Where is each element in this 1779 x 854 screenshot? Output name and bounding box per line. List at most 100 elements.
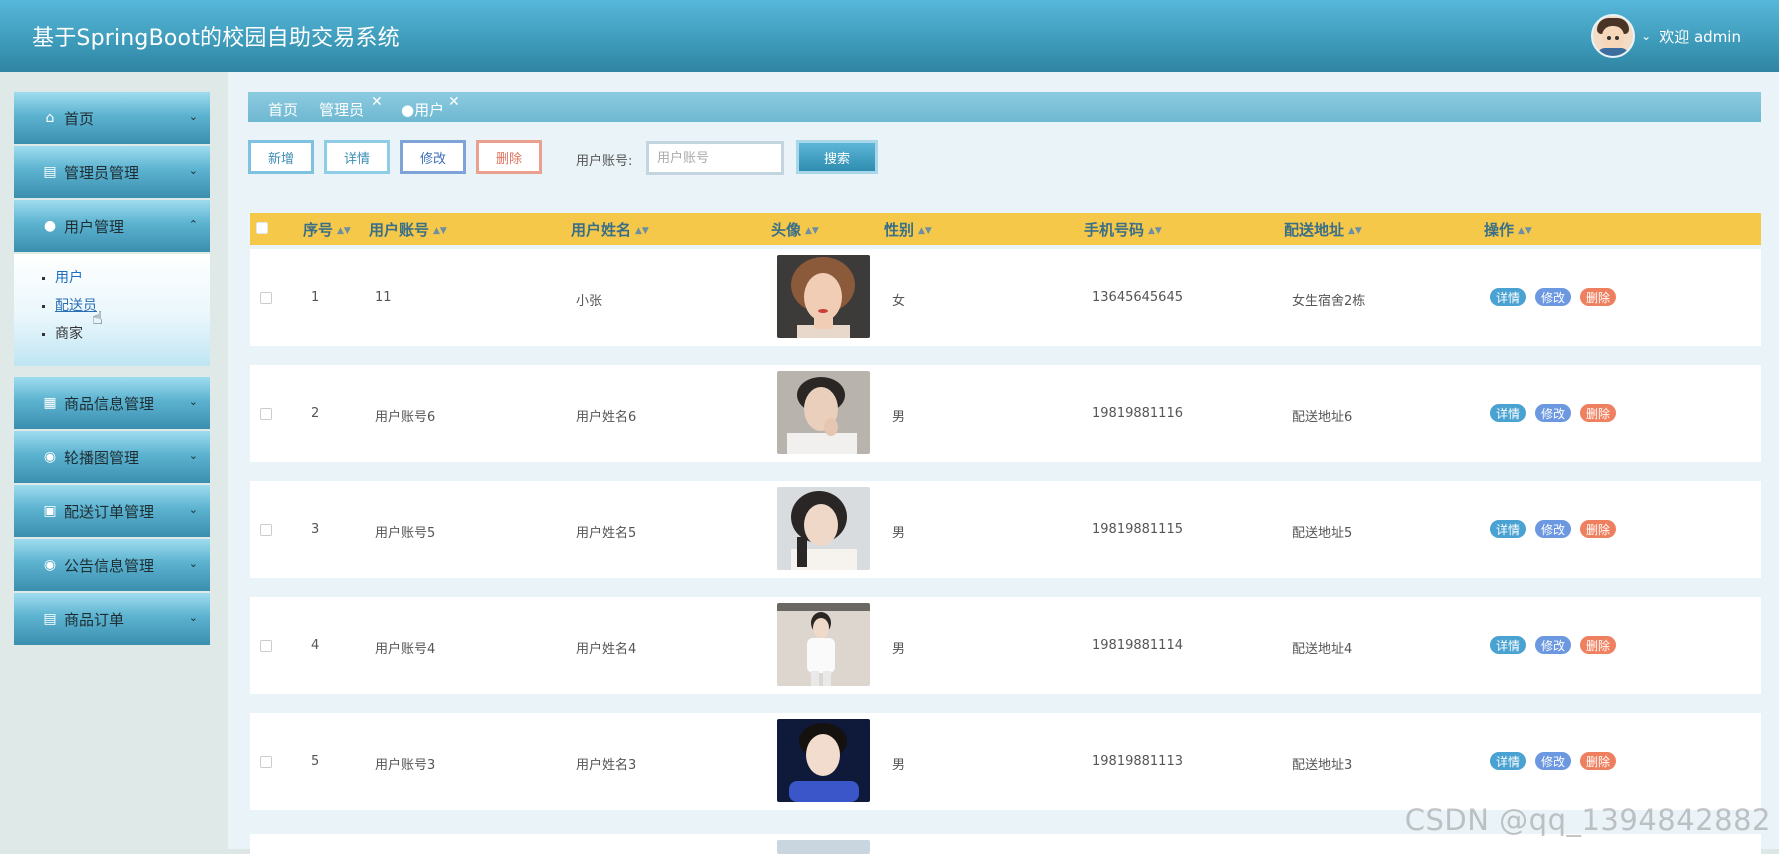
- row-checkbox[interactable]: [260, 408, 272, 420]
- sort-icon: ▲▼: [433, 225, 447, 236]
- row-detail-button[interactable]: 详情: [1490, 404, 1527, 422]
- user-icon: ●: [43, 218, 57, 234]
- cell-phone: 19819881113: [1092, 754, 1183, 769]
- bullet-icon: [42, 332, 45, 336]
- tabs-bar: 首页 管理员 ✕ ●用户 ✕: [248, 92, 1761, 122]
- avatar-photo: [777, 840, 870, 854]
- column-header-gender[interactable]: 性别 ▲▼: [884, 219, 932, 240]
- chevron-down-icon[interactable]: ⌄: [1641, 29, 1651, 43]
- notice-icon: ◉: [43, 557, 57, 573]
- cell-index: 1: [311, 290, 320, 305]
- row-edit-button[interactable]: 修改: [1535, 288, 1572, 306]
- sidebar-item-label: 商品订单: [64, 610, 125, 629]
- chevron-down-icon: ⌄: [188, 449, 198, 462]
- sidebar-item-admin-management[interactable]: ▤ 管理员管理 ⌄: [14, 146, 210, 198]
- row-delete-button[interactable]: 删除: [1580, 404, 1617, 422]
- sidebar-item-goods-management[interactable]: ▦ 商品信息管理 ⌄: [14, 377, 210, 429]
- column-header-index[interactable]: 序号 ▲▼: [303, 219, 351, 240]
- close-icon[interactable]: ✕: [371, 94, 383, 110]
- cell-account: 用户账号3: [375, 758, 436, 773]
- tab-user[interactable]: ●用户: [401, 99, 444, 120]
- row-detail-button[interactable]: 详情: [1490, 752, 1527, 770]
- search-input[interactable]: [646, 141, 784, 175]
- tab-home[interactable]: 首页: [268, 99, 298, 120]
- cell-name: 用户姓名5: [576, 526, 637, 541]
- cell-phone: 13645645645: [1092, 290, 1183, 305]
- row-edit-button[interactable]: 修改: [1535, 520, 1572, 538]
- sidebar-item-delivery-order-management[interactable]: ▣ 配送订单管理 ⌄: [14, 485, 210, 537]
- watermark-text: CSDN @qq_1394842882: [1404, 803, 1771, 837]
- cell-account: 用户账号5: [375, 526, 436, 541]
- row-delete-button[interactable]: 删除: [1580, 288, 1617, 306]
- bullet-icon: [42, 276, 45, 280]
- cell-account: 用户账号4: [375, 642, 436, 657]
- avatar-photo: [777, 255, 870, 338]
- column-header-avatar[interactable]: 头像 ▲▼: [771, 219, 819, 240]
- row-delete-button[interactable]: 删除: [1580, 752, 1617, 770]
- bullet-icon: [42, 304, 45, 308]
- sort-icon: ▲▼: [635, 225, 649, 236]
- sort-icon: ▲▼: [805, 225, 819, 236]
- cell-name: 小张: [576, 294, 603, 309]
- home-icon: ⌂: [45, 110, 55, 126]
- cell-phone: 19819881116: [1092, 406, 1183, 421]
- delivery-icon: ▣: [43, 503, 57, 519]
- row-checkbox[interactable]: [260, 524, 272, 536]
- cell-gender: 女: [892, 294, 906, 309]
- main-content: 首页 管理员 ✕ ●用户 ✕ 新增 详情 修改 删除 用户账号: 搜索 序号▲▼…: [228, 72, 1779, 854]
- close-icon[interactable]: ✕: [448, 94, 460, 110]
- sidebar-item-notice-management[interactable]: ◉ 公告信息管理 ⌄: [14, 539, 210, 591]
- avatar[interactable]: [1591, 14, 1636, 58]
- sidebar-item-home[interactable]: ⌂ 首页 ⌄: [14, 92, 210, 144]
- cell-address: 配送地址3: [1292, 758, 1353, 773]
- column-header-phone[interactable]: 手机号码 ▲▼: [1084, 219, 1162, 240]
- detail-button[interactable]: 详情: [324, 140, 390, 174]
- row-checkbox[interactable]: [260, 292, 272, 304]
- row-edit-button[interactable]: 修改: [1535, 636, 1572, 654]
- row-checkbox[interactable]: [260, 756, 272, 768]
- column-header-account[interactable]: 用户账号 ▲▼: [369, 219, 447, 240]
- select-all-checkbox[interactable]: [256, 222, 268, 234]
- sort-icon: ▲▼: [1148, 225, 1162, 236]
- cell-index: 4: [311, 638, 320, 653]
- sidebar-item-goods-orders[interactable]: ▤ 商品订单 ⌄: [14, 593, 210, 645]
- cell-index: 5: [311, 754, 320, 769]
- sidebar-item-label: 用户管理: [64, 217, 125, 236]
- row-detail-button[interactable]: 详情: [1490, 520, 1527, 538]
- sidebar-item-carousel-management[interactable]: ◉ 轮播图管理 ⌄: [14, 431, 210, 483]
- column-header-actions[interactable]: 操作 ▲▼: [1484, 219, 1532, 240]
- add-button[interactable]: 新增: [248, 140, 314, 174]
- column-header-address[interactable]: 配送地址 ▲▼: [1284, 219, 1362, 240]
- edit-button[interactable]: 修改: [400, 140, 466, 174]
- tab-admin[interactable]: 管理员: [319, 99, 364, 120]
- row-edit-button[interactable]: 修改: [1535, 404, 1572, 422]
- cell-index: 3: [311, 522, 320, 537]
- row-edit-button[interactable]: 修改: [1535, 752, 1572, 770]
- submenu-item-courier[interactable]: 配送员: [42, 295, 97, 315]
- column-header-name[interactable]: 用户姓名 ▲▼: [571, 219, 649, 240]
- chevron-down-icon: ⌄: [188, 557, 198, 570]
- submenu-item-merchant[interactable]: 商家: [42, 323, 83, 343]
- sidebar-item-user-management[interactable]: ● 用户管理 ⌃: [14, 200, 210, 252]
- user-menu[interactable]: ⌄ 欢迎 admin: [1591, 14, 1741, 58]
- sidebar: ⌂ 首页 ⌄ ▤ 管理员管理 ⌄ ● 用户管理 ⌃ 用户 配送员 商家 ☝ ▦ …: [0, 72, 228, 849]
- cell-name: 用户姓名3: [576, 758, 637, 773]
- delete-button[interactable]: 删除: [476, 140, 542, 174]
- submenu-item-user[interactable]: 用户: [42, 267, 83, 287]
- row-checkbox[interactable]: [260, 640, 272, 652]
- sort-icon: ▲▼: [1518, 225, 1532, 236]
- cell-address: 配送地址6: [1292, 410, 1353, 425]
- search-button[interactable]: 搜索: [796, 140, 878, 174]
- app-title: 基于SpringBoot的校园自助交易系统: [32, 26, 400, 51]
- row-delete-button[interactable]: 删除: [1580, 636, 1617, 654]
- cell-account: 用户账号6: [375, 410, 436, 425]
- chevron-down-icon: ⌄: [188, 611, 198, 624]
- row-detail-button[interactable]: 详情: [1490, 288, 1527, 306]
- row-delete-button[interactable]: 删除: [1580, 520, 1617, 538]
- cell-name: 用户姓名4: [576, 642, 637, 657]
- sidebar-item-label: 首页: [64, 109, 95, 128]
- cell-gender: 男: [892, 642, 906, 657]
- admin-icon: ▤: [43, 164, 57, 180]
- top-header: 基于SpringBoot的校园自助交易系统 ⌄ 欢迎 admin: [0, 0, 1779, 72]
- row-detail-button[interactable]: 详情: [1490, 636, 1527, 654]
